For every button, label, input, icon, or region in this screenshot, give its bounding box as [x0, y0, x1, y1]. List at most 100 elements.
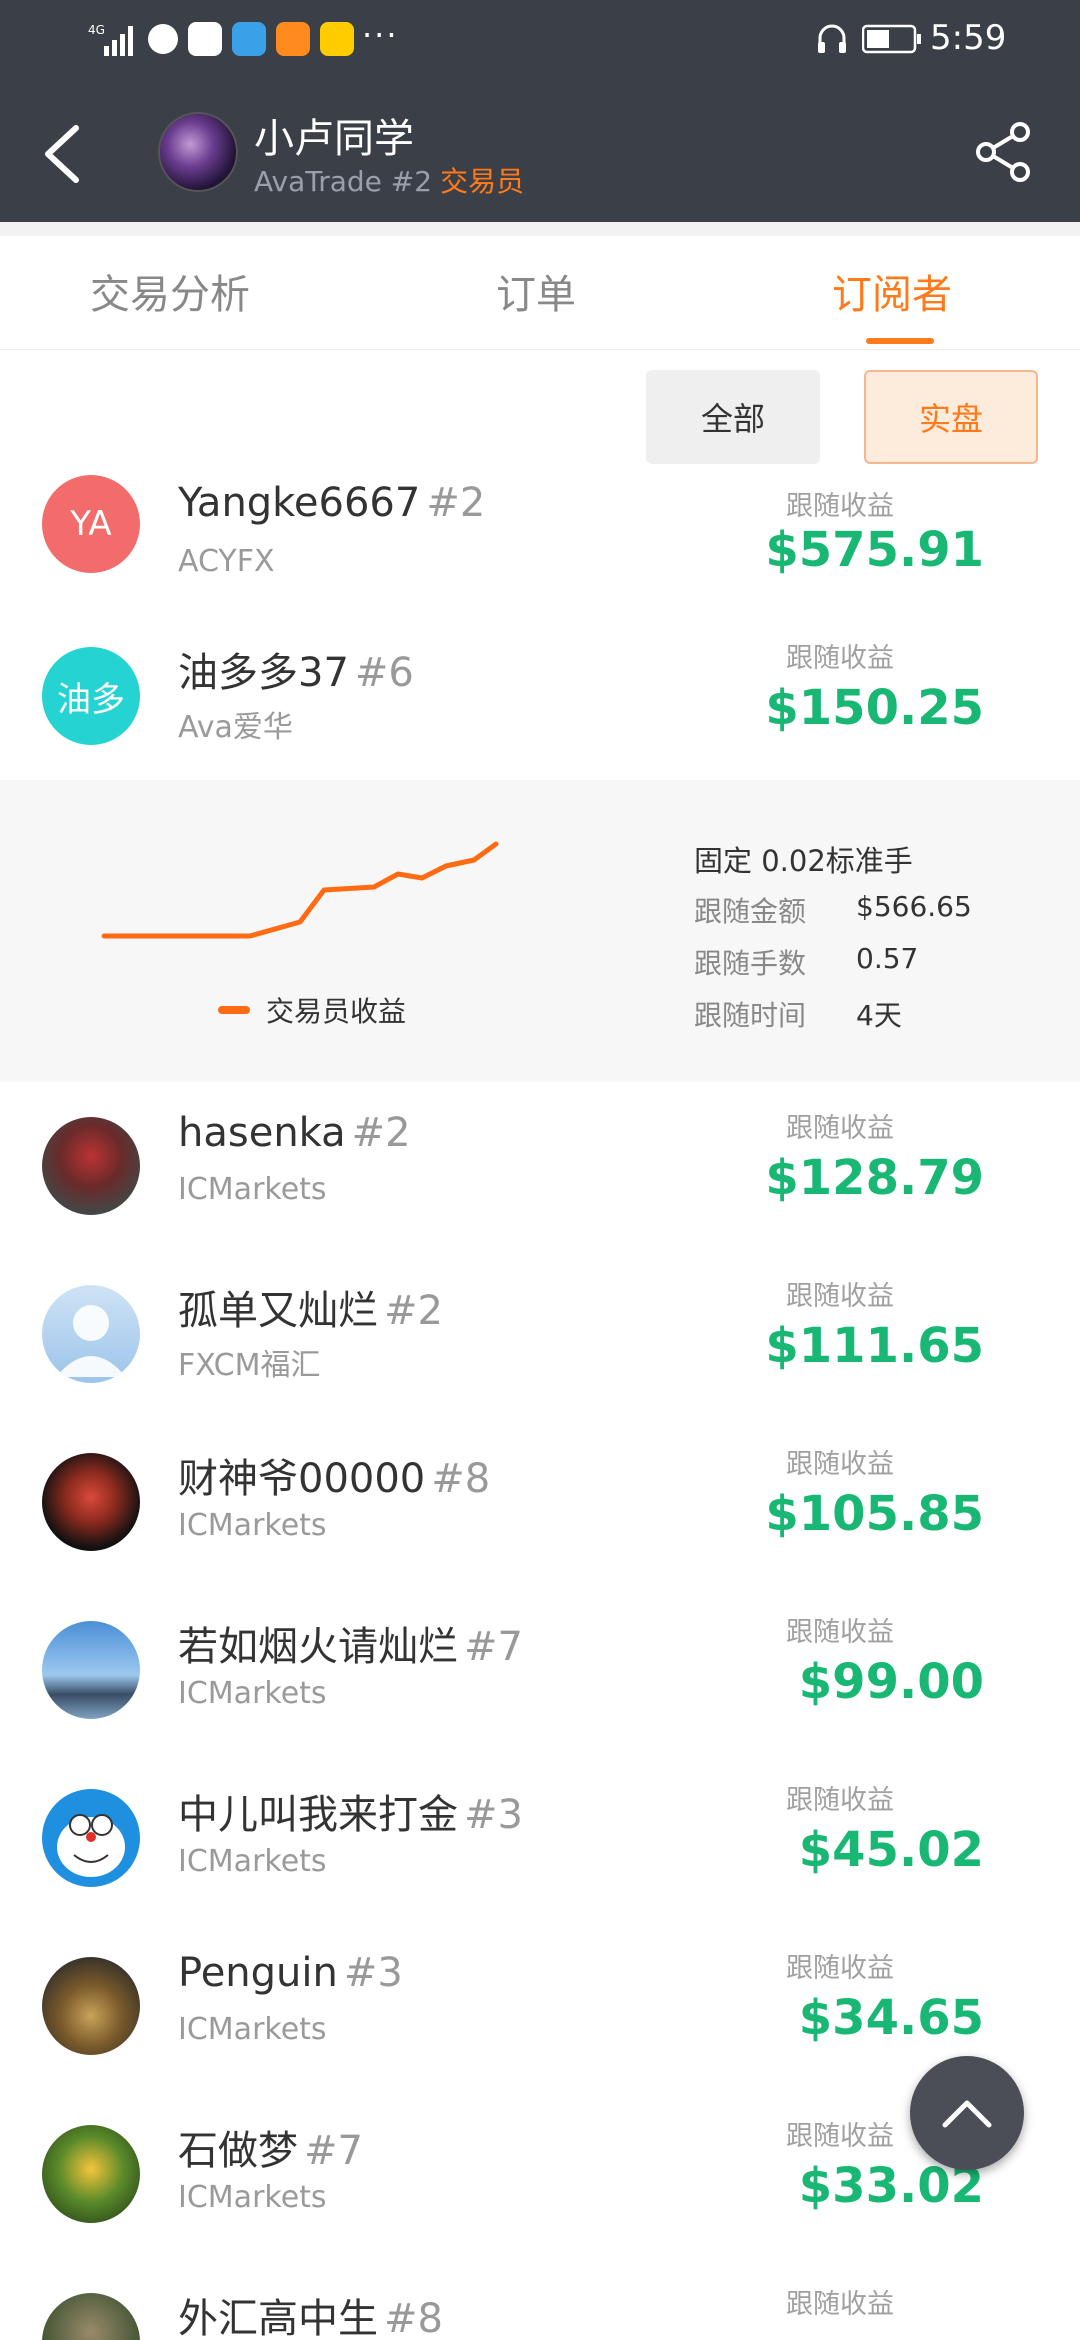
back-arrow-icon[interactable] — [40, 122, 84, 186]
follow-lots-value: 0.57 — [856, 942, 919, 975]
follow-profit: $34.65 — [798, 1990, 984, 2046]
follow-amount-value: $566.65 — [856, 890, 972, 923]
subscriber-name: 中儿叫我来打金 #3 — [178, 1782, 523, 1840]
avatar — [42, 1789, 140, 1887]
follow-profit: $128.79 — [765, 1150, 984, 1206]
trader-avatar[interactable] — [158, 112, 238, 192]
active-tab-indicator — [866, 338, 934, 344]
trader-name: 小卢同学 — [254, 116, 414, 162]
scroll-to-top-button[interactable] — [910, 2056, 1024, 2170]
trader-broker: AvaTrade #2 — [254, 165, 433, 198]
tab-trade-analysis[interactable]: 交易分析 — [90, 262, 250, 320]
subscriber-name-text: 外汇高中生 — [178, 2296, 378, 2340]
follow-profit: $99.00 — [798, 1654, 984, 1710]
subscriber-broker: ICMarkets — [178, 2012, 327, 2047]
subscriber-row[interactable]: 孤单又灿烂 #2 FXCM福汇 跟随收益 $111.65 — [0, 1250, 1080, 1419]
browser-app-icon — [232, 22, 266, 56]
profit-label: 跟随收益 — [786, 1113, 894, 1144]
app-header: 小卢同学 AvaTrade #2 交易员 — [0, 80, 1080, 222]
subscriber-row[interactable]: YA Yangke6667 #2 ACYFX 跟随收益 $575.91 — [0, 475, 1080, 613]
tab-bar: 交易分析 订单 订阅者 — [0, 222, 1080, 350]
tab-subscribers[interactable]: 订阅者 — [832, 262, 952, 320]
follow-profit: $150.25 — [765, 680, 984, 736]
video-app-icon — [188, 22, 222, 56]
subscriber-rank: #2 — [351, 1110, 411, 1156]
follow-profit: $45.02 — [798, 1822, 984, 1878]
avatar — [42, 1453, 140, 1551]
subscriber-name: Penguin #3 — [178, 1950, 403, 1996]
chevron-up-icon — [942, 2100, 992, 2128]
subscriber-name: hasenka #2 — [178, 1110, 411, 1156]
follow-lots-label: 跟随手数 — [694, 947, 807, 980]
headset-icon — [818, 24, 846, 53]
cartoon-face-icon — [57, 1814, 125, 1877]
globe-icon — [148, 24, 178, 54]
subscriber-row[interactable]: 财神爷00000 #8 ICMarkets 跟随收益 $105.85 — [0, 1418, 1080, 1587]
avatar — [42, 1117, 140, 1215]
trader-role-badge: 交易员 — [440, 165, 525, 198]
subscriber-detail-panel: 交易员收益 固定 0.02标准手 跟随金额 $566.65 跟随手数 0.57 … — [0, 780, 1080, 1082]
subscriber-broker: ACYFX — [178, 544, 275, 579]
more-notifications-icon: ··· — [362, 16, 399, 54]
subscriber-row[interactable]: 中儿叫我来打金 #3 ICMarkets 跟随收益 $45.02 — [0, 1754, 1080, 1923]
subscriber-row[interactable]: 油多 油多多37 #6 Ava爱华 跟随收益 $150.25 — [0, 612, 1080, 781]
battery-icon — [862, 24, 921, 54]
subscriber-broker: ICMarkets — [178, 1508, 327, 1543]
subscriber-name: 若如烟火请灿烂 #7 — [178, 1614, 523, 1672]
avatar — [42, 1285, 140, 1383]
profit-label: 跟随收益 — [786, 2289, 894, 2320]
trader-subtitle: AvaTrade #2 交易员 — [254, 160, 524, 200]
filter-real-button[interactable]: 实盘 — [864, 370, 1038, 464]
subscriber-broker: ICMarkets — [178, 2180, 327, 2215]
sohu-news-icon — [320, 22, 354, 56]
subscriber-name: 外汇高中生 #8 — [178, 2286, 443, 2340]
profit-label: 跟随收益 — [786, 1785, 894, 1816]
subscriber-row[interactable]: Penguin #3 ICMarkets 跟随收益 $34.65 — [0, 1922, 1080, 2091]
subscriber-row[interactable]: 若如烟火请灿烂 #7 ICMarkets 跟随收益 $99.00 — [0, 1586, 1080, 1755]
follow-lots: 跟随手数 0.57 — [694, 942, 918, 982]
subscriber-name-text: 中儿叫我来打金 — [178, 1792, 458, 1838]
legend-swatch — [218, 1006, 250, 1014]
follow-amount: 跟随金额 $566.65 — [694, 890, 972, 930]
top-bar: 4G ··· 5:59 小卢同学 AvaTrade #2 交易员 — [0, 0, 1080, 222]
subscriber-rank: #7 — [304, 2128, 363, 2174]
avatar — [42, 1957, 140, 2055]
cellular-signal-icon: 4G — [88, 23, 133, 56]
subscriber-row[interactable]: 外汇高中生 #8 跟随收益 — [0, 2258, 1080, 2340]
profit-label: 跟随收益 — [786, 1281, 894, 1312]
svg-text:4G: 4G — [88, 23, 105, 37]
tab-orders[interactable]: 订单 — [496, 262, 576, 320]
filter-all-button[interactable]: 全部 — [646, 370, 820, 464]
avatar: YA — [42, 475, 140, 573]
subscriber-name: 油多多37 #6 — [178, 640, 414, 698]
follow-amount-label: 跟随金额 — [694, 895, 807, 928]
follow-profit: $111.65 — [765, 1318, 984, 1374]
subscriber-name: 财神爷00000 #8 — [178, 1446, 490, 1504]
avatar — [42, 1621, 140, 1719]
copy-mode: 固定 0.02标准手 — [694, 844, 913, 878]
share-icon[interactable] — [972, 120, 1036, 184]
profit-label: 跟随收益 — [786, 1617, 894, 1648]
avatar — [42, 2125, 140, 2223]
subscriber-name: 孤单又灿烂 #2 — [178, 1278, 443, 1336]
subscriber-row[interactable]: hasenka #2 ICMarkets 跟随收益 $128.79 — [0, 1082, 1080, 1251]
subscriber-name-text: hasenka — [178, 1110, 346, 1156]
trader-profit-sparkline — [101, 841, 499, 939]
profit-label: 跟随收益 — [786, 2121, 894, 2152]
notification-icons — [148, 22, 354, 56]
subscriber-rank: #2 — [426, 480, 486, 526]
follow-profit: $575.91 — [765, 522, 984, 578]
subscriber-name: Yangke6667 #2 — [178, 480, 485, 526]
subscriber-rank: #8 — [384, 2296, 443, 2340]
subscriber-rank: #3 — [343, 1950, 403, 1996]
subscriber-rank: #7 — [464, 1624, 523, 1670]
uc-browser-icon — [276, 22, 310, 56]
subscriber-rank: #6 — [354, 650, 414, 696]
chart-legend: 交易员收益 — [218, 990, 406, 1030]
legend-label: 交易员收益 — [266, 995, 407, 1028]
subscriber-name-text: 财神爷00000 — [178, 1456, 426, 1502]
subscriber-broker: Ava爱华 — [178, 710, 293, 745]
subscriber-name-text: 油多多37 — [178, 650, 349, 696]
follow-profit: $105.85 — [765, 1486, 984, 1542]
profit-label: 跟随收益 — [786, 1449, 894, 1480]
